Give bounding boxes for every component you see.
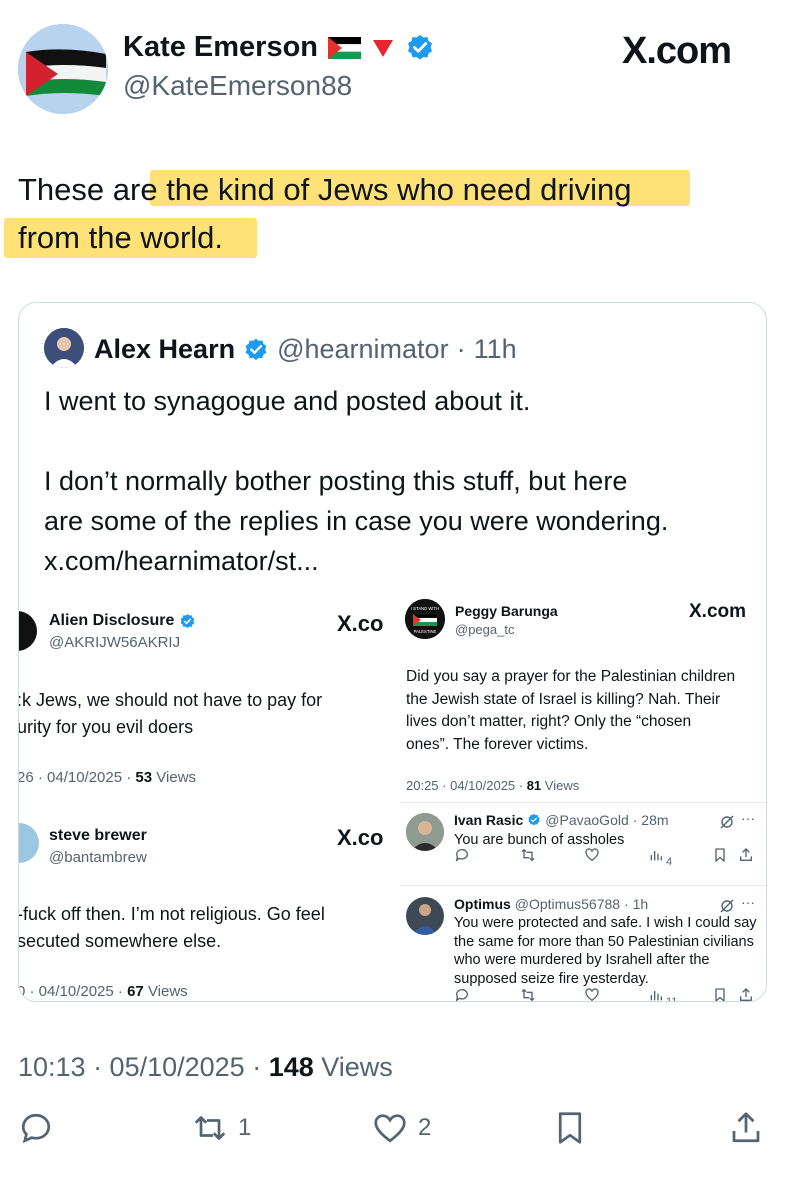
view-count: 148 (268, 1052, 314, 1082)
quoted-tweet-age: 11h (473, 334, 517, 364)
screenshot-text: :k Jews, we should not have to pay for (19, 690, 323, 710)
tweet-line: from the world. (18, 220, 224, 255)
reply-view-count: 11 (666, 996, 678, 1002)
screenshot-author-name: Peggy Barunga (455, 603, 558, 619)
optimus-avatar (406, 897, 444, 935)
screenshot-author-handle: @bantambrew (49, 849, 147, 866)
quoted-tweet-body: I went to synagogue and posted about it.… (44, 381, 754, 581)
reply-icon (21, 1113, 51, 1144)
screenshot-text: -fuck off then. I’m not religious. Go fe… (19, 904, 325, 924)
share-icon[interactable] (738, 847, 754, 863)
avatar (19, 611, 37, 651)
quoted-link[interactable]: x.com/hearnimator/st... (44, 541, 754, 581)
reply-author: Ivan Rasic @PavaoGold · 28m (454, 812, 669, 828)
screenshot-author-handle: @pega_tc (455, 622, 515, 637)
reply-button[interactable] (18, 1110, 64, 1146)
svg-text:I STAND WITH: I STAND WITH (411, 606, 439, 611)
tweet-text: These are the kind of Jews who need driv… (18, 166, 718, 262)
repost-icon[interactable] (520, 987, 536, 1002)
screenshot-author-name: Alien Disclosure (49, 612, 196, 630)
reply-icon[interactable] (454, 847, 470, 863)
tweet-header: Kate Emerson @KateEmerson88 X.com (0, 0, 785, 130)
grok-icon[interactable] (719, 814, 735, 830)
screenshot-left-panel[interactable]: Alien Disclosure @AKRIJW56AKRIJ X.co :k … (19, 591, 394, 1001)
screenshot-meta: 20:25 · 04/10/2025 · 81 Views (406, 778, 580, 793)
palestine-flag-avatar-image (18, 24, 108, 114)
bookmark-icon[interactable] (712, 987, 728, 1002)
peggy-avatar: I STAND WITH PALESTINE (405, 599, 445, 639)
share-icon[interactable] (738, 987, 754, 1002)
views-icon[interactable] (648, 847, 664, 863)
quoted-author-handle[interactable]: @hearnimator (277, 334, 448, 365)
reply-icon[interactable] (454, 987, 470, 1002)
screenshot-right-panel[interactable]: I STAND WITH PALESTINE Peggy Barunga @pe… (399, 591, 766, 1002)
screenshot-text: secuted somewhere else. (19, 931, 222, 951)
divider (399, 885, 766, 886)
screenshot-meta: 0 · 04/10/2025 · 67 Views (19, 983, 188, 1000)
x-logo: X.co (337, 825, 384, 850)
tweet-action-bar: 1 2 (0, 1110, 785, 1170)
repost-button[interactable]: 1 (192, 1110, 251, 1146)
bookmark-icon[interactable] (712, 847, 728, 863)
divider (399, 802, 766, 803)
separator: · (456, 334, 466, 364)
screenshot-author-name: steve brewer (49, 827, 147, 844)
verified-badge-icon (181, 613, 195, 628)
grok-icon[interactable] (719, 898, 735, 914)
reply-author: Optimus @Optimus56788 · 1h (454, 896, 649, 912)
verified-badge-icon (408, 34, 433, 60)
reply-view-count: 4 (666, 856, 673, 868)
bookmark-icon (558, 1112, 582, 1144)
reply-text: You were protected and safe. I wish I co… (454, 915, 757, 987)
x-logo: X.com (689, 601, 747, 622)
screenshot-meta: 26 · 04/10/2025 · 53 Views (19, 769, 197, 786)
quoted-author-name[interactable]: Alex Hearn @hearnimator · 11h (94, 334, 517, 365)
views-icon[interactable] (648, 987, 664, 1002)
screenshot-text: Did you say a prayer for the Palestinian… (406, 668, 736, 753)
like-icon[interactable] (584, 847, 600, 863)
x-logo: X.co (337, 611, 384, 636)
repost-icon (194, 1116, 226, 1140)
quoted-paragraph: I don’t normally bother posting this stu… (44, 466, 628, 496)
verified-badge-icon (245, 338, 267, 360)
like-icon[interactable] (584, 987, 600, 1002)
avatar (19, 823, 39, 863)
more-icon[interactable]: ··· (741, 810, 755, 826)
like-icon (374, 1114, 406, 1143)
palestine-flag-icon (328, 36, 362, 59)
tweet-line: These are the kind of Jews who need driv… (18, 172, 632, 207)
person-photo-icon (406, 813, 444, 851)
tweet-timestamp[interactable]: 10:13 · 05/10/2025 · 148 Views (18, 1052, 393, 1083)
red-down-triangle-icon (373, 39, 394, 57)
author-display-name[interactable]: Kate Emerson (123, 31, 435, 64)
ivan-avatar (406, 813, 444, 851)
screenshot-author-handle: @AKRIJW56AKRIJ (49, 634, 181, 651)
more-icon[interactable]: ··· (741, 894, 755, 910)
quoted-paragraph: I went to synagogue and posted about it. (44, 386, 531, 416)
person-photo-icon (406, 897, 444, 935)
quoted-tweet-card[interactable]: Alex Hearn @hearnimator · 11h I went to … (18, 302, 767, 1002)
person-photo-icon (44, 328, 84, 368)
quoted-author-avatar[interactable] (44, 328, 84, 368)
bookmark-button[interactable] (552, 1110, 588, 1146)
share-icon (732, 1112, 760, 1143)
screenshot-text: urity for you evil doers (19, 717, 194, 737)
verified-badge-icon (528, 813, 540, 826)
share-button[interactable] (728, 1110, 764, 1146)
quoted-paragraph: are some of the replies in case you were… (44, 506, 669, 536)
like-button[interactable]: 2 (372, 1110, 431, 1146)
author-handle[interactable]: @KateEmerson88 (123, 70, 352, 102)
palestine-badge-icon: I STAND WITH PALESTINE (405, 599, 445, 639)
author-avatar[interactable] (18, 24, 108, 114)
x-logo: X.com (622, 30, 732, 72)
svg-text:PALESTINE: PALESTINE (414, 629, 437, 634)
repost-icon[interactable] (520, 847, 536, 863)
